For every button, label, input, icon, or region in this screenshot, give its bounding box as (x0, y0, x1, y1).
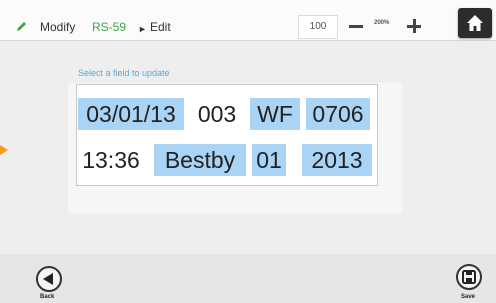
home-icon (467, 15, 483, 31)
zoom-in-button[interactable] (402, 15, 426, 37)
field-time[interactable]: 13:36 (78, 144, 144, 176)
home-button[interactable] (458, 8, 492, 38)
back-button[interactable] (36, 266, 62, 292)
field-year[interactable]: 2013 (302, 144, 372, 176)
disk-circle-icon (462, 270, 476, 284)
field-date[interactable]: 03/01/13 (78, 98, 184, 130)
breadcrumb-separator: ► (138, 24, 147, 34)
header-bar: Modify RS-59 ► Edit 100 200% (0, 0, 496, 41)
zoom-max-label: 200% (374, 20, 390, 26)
field-day[interactable]: 01 (252, 144, 286, 176)
back-caption: Back (40, 294, 55, 300)
side-indicator (0, 145, 8, 155)
select-field-instruction: Select a field to update (78, 68, 170, 78)
item-code: RS-59 (92, 20, 127, 34)
arrow-left-circle-icon (43, 273, 53, 285)
footer-bar (0, 254, 496, 303)
zoom-out-button[interactable] (344, 15, 368, 37)
save-caption: Save (461, 294, 476, 300)
pencil-icon (17, 22, 26, 31)
action-label: Edit (150, 20, 171, 34)
field-bestby[interactable]: Bestby (154, 144, 246, 176)
modify-screen: Modify RS-59 ► Edit 100 200% Select a fi… (0, 0, 496, 303)
field-lot[interactable]: 003 (192, 98, 242, 130)
field-code[interactable]: WF (250, 98, 300, 130)
field-number[interactable]: 0706 (306, 98, 370, 130)
mode-label: Modify (40, 20, 76, 34)
zoom-level-field[interactable]: 100 (298, 15, 338, 39)
save-button[interactable] (456, 264, 482, 290)
